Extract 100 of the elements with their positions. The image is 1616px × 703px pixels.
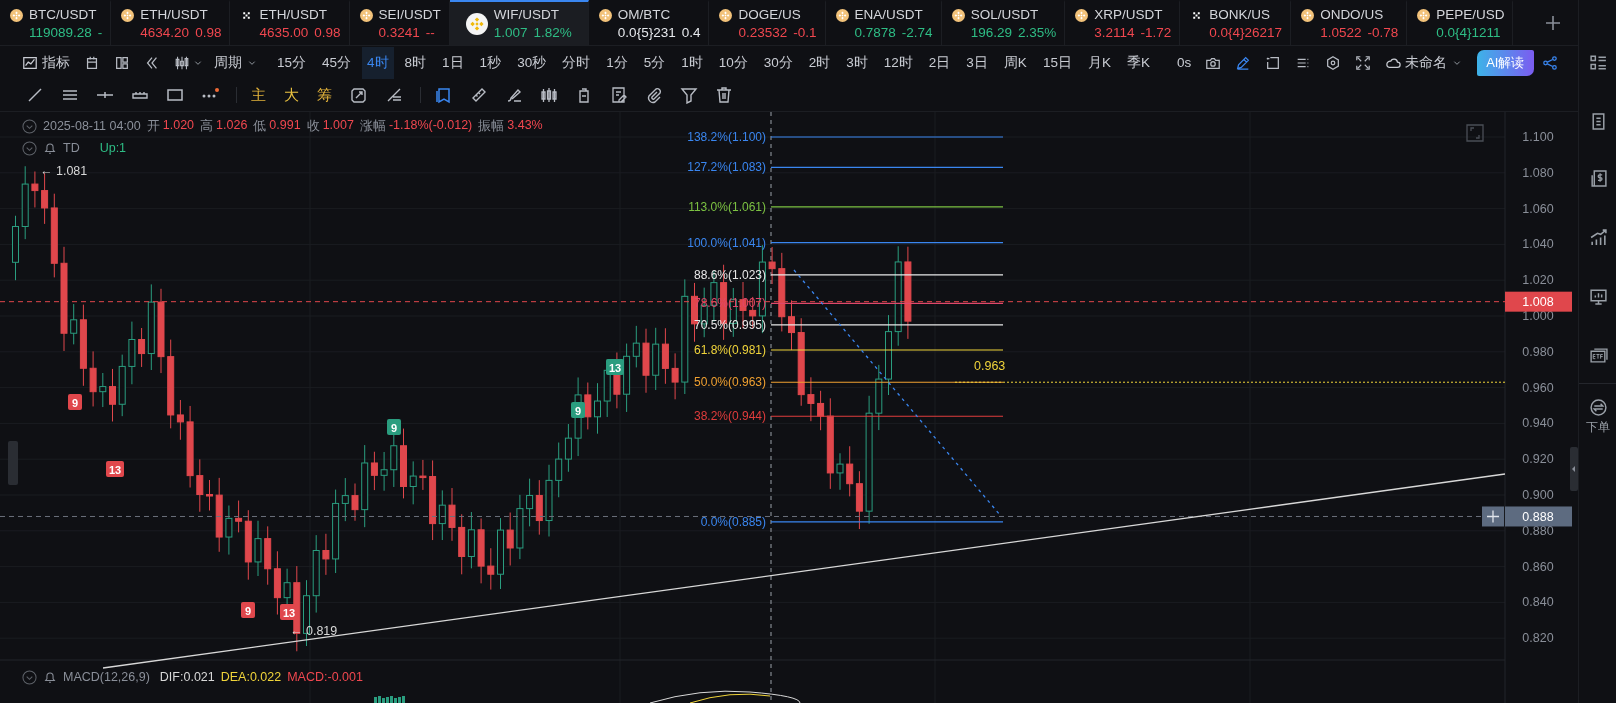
rotate-box-icon[interactable] (350, 86, 368, 105)
collapse-icon[interactable] (22, 141, 37, 156)
interval-tab[interactable]: 30秒 (512, 46, 552, 79)
td-marker: 13 (606, 359, 624, 375)
bell-icon[interactable] (43, 670, 57, 685)
market-tab[interactable]: SEI/USDT 0.3241 -- (349, 0, 450, 46)
period-dropdown[interactable]: 周期 (214, 53, 258, 72)
pen-icon[interactable] (1235, 54, 1252, 71)
brush-icon[interactable] (505, 86, 523, 105)
interval-tab[interactable]: 3时 (841, 46, 873, 79)
pair-name: ENA/USDT (854, 7, 924, 23)
market-tab[interactable]: ETH/USDT 4634.20 0.98 (111, 0, 231, 46)
candle (225, 505, 233, 556)
interval-tab[interactable]: 1时 (676, 46, 708, 79)
interval-tab[interactable]: 15分 (272, 46, 312, 79)
pair-name: SEI/USDT (378, 7, 441, 23)
share-icon[interactable] (1541, 54, 1558, 71)
settings-icon[interactable] (1325, 54, 1342, 71)
frame-icon[interactable] (1265, 54, 1282, 71)
trash-icon[interactable] (715, 86, 733, 105)
etf-icon[interactable] (1588, 346, 1608, 365)
candlestick-icon[interactable] (174, 54, 190, 71)
growth-chart-icon[interactable] (1588, 228, 1608, 247)
monitor-chart-icon[interactable] (1588, 287, 1608, 306)
interval-tab[interactable]: 季K (1121, 46, 1155, 79)
interval-tab[interactable]: 2时 (803, 46, 836, 79)
bell-icon[interactable] (43, 141, 57, 156)
interval-tab[interactable]: 12时 (878, 46, 918, 79)
price-axis-label: 0.840 (1522, 595, 1554, 610)
layout-name-dropdown[interactable]: 未命名 (1385, 53, 1464, 72)
interval-tab[interactable]: 15日 (1037, 46, 1077, 79)
price-change: 0.98 (314, 25, 341, 41)
candle (807, 376, 815, 422)
candle (788, 299, 795, 351)
market-tab[interactable]: BTC/USDT 119089.28 - (0, 0, 112, 46)
market-tab[interactable]: BONK/US 0.0{4}26217 (1180, 0, 1292, 46)
market-tab[interactable]: WIF/USDT 1.007 1.82% (449, 0, 589, 46)
interval-tab[interactable]: 月K (1082, 46, 1116, 79)
interval-tab[interactable]: 2日 (923, 46, 956, 79)
interval-tab[interactable]: 1日 (437, 46, 469, 79)
interval-tab[interactable]: 45分 (317, 46, 357, 79)
bookmark-icon[interactable] (435, 86, 453, 105)
plus-icon[interactable] (1544, 13, 1562, 32)
crosshair-plus-icon[interactable] (1482, 506, 1504, 527)
interval-tab[interactable]: 30分 (758, 46, 798, 79)
ohlc-value: 1.007 (322, 118, 354, 134)
interval-tab[interactable]: 1分 (601, 46, 633, 79)
interval-tab[interactable]: 周K (998, 46, 1032, 79)
market-tab[interactable]: ETH/USDT 4635.00 0.98 (230, 0, 350, 46)
price-change: 0.98 (195, 25, 222, 41)
price-axis-label: 0.820 (1522, 631, 1554, 646)
collapse-icon[interactable] (22, 119, 37, 134)
collapse-icon[interactable] (22, 670, 37, 685)
pair-name: PEPE/USD (1436, 7, 1505, 23)
market-tab[interactable]: SOL/USDT 196.29 2.35% (941, 0, 1066, 46)
document-pen-icon[interactable] (610, 86, 628, 105)
interval-tab[interactable]: 8时 (399, 46, 432, 79)
market-tab[interactable]: DOGE/US 0.23532 -0.1 (709, 0, 826, 46)
interval-tab[interactable]: 3日 (961, 46, 993, 79)
candles-icon[interactable] (540, 86, 558, 105)
td-marker: 13 (280, 604, 298, 620)
right-panel-handle[interactable] (1570, 447, 1578, 491)
pair-name: OM/BTC (617, 7, 672, 23)
current-price-tag: 1.008 (1505, 291, 1572, 312)
market-tab[interactable]: ONDO/US 1.0522 -0.78 (1291, 0, 1408, 46)
fib-level-label: 61.8%(0.981) (693, 343, 766, 357)
layout-icon[interactable] (114, 54, 130, 71)
ohlc-value: 1.020 (162, 118, 195, 134)
interval-tab[interactable]: 分时 (557, 46, 596, 79)
fullscreen-icon[interactable] (1355, 54, 1372, 71)
left-panel-handle[interactable] (8, 441, 18, 485)
indicator-button[interactable]: 指标 (22, 53, 70, 72)
cursor-price-tag: 0.888 (1505, 506, 1572, 527)
td-marker: 9 (571, 402, 585, 418)
interval-tab[interactable]: 4时 (362, 46, 394, 79)
candle (31, 171, 39, 208)
main-chart-button[interactable]: 主 (251, 85, 266, 105)
calendar-icon[interactable] (84, 54, 100, 71)
candle (89, 350, 97, 407)
candle (584, 382, 592, 430)
paperclip-icon[interactable] (645, 86, 663, 105)
coin-icon (1301, 9, 1315, 22)
filter-icon[interactable] (680, 86, 698, 105)
chip-button[interactable]: 筹 (317, 85, 332, 105)
coin-icon (121, 9, 135, 22)
interval-tab[interactable]: 5分 (638, 46, 671, 79)
market-tab[interactable]: ENA/USDT 0.7878 -2.74 (825, 0, 942, 46)
market-tab[interactable]: OM/BTC 0.0{5}231 0.4 (588, 0, 710, 46)
dollar-document-icon[interactable] (1588, 169, 1608, 188)
price-axis-label: 1.040 (1522, 237, 1554, 252)
list-icon[interactable] (1588, 53, 1608, 72)
market-tab[interactable]: PEPE/USD 0.0{4}1211 (1407, 0, 1514, 46)
market-tab[interactable]: XRP/USDT 3.2114 -1.72 (1065, 0, 1181, 46)
interval-tab[interactable]: 1秒 (474, 46, 507, 79)
rewind-icon[interactable] (144, 54, 160, 71)
candle (409, 460, 417, 505)
interval-tab[interactable]: 10分 (713, 46, 753, 79)
pair-name: XRP/USDT (1094, 7, 1164, 23)
order-button[interactable]: 下单 (1586, 398, 1610, 436)
large-order-button[interactable]: 大 (284, 85, 299, 105)
